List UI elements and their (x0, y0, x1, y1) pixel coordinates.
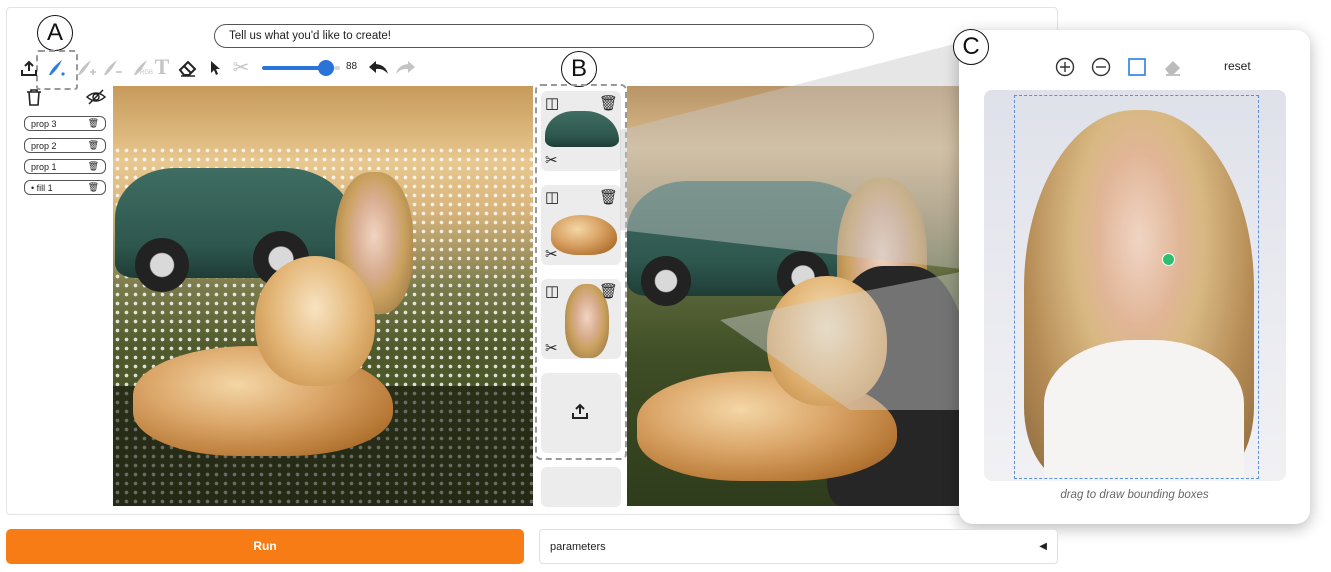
trash-icon[interactable]: 🗑 (88, 140, 99, 151)
segmentation-panel: reset drag to draw bounding boxes (959, 30, 1310, 524)
eraser-icon[interactable] (176, 56, 200, 80)
parameters-accordion[interactable]: parameters ◀ (539, 529, 1058, 564)
reset-button[interactable]: reset (1224, 59, 1251, 73)
trash-icon[interactable]: 🗑 (88, 161, 99, 172)
callout-a: A (37, 15, 73, 51)
prompt-placeholder: Tell us what you'd like to create! (229, 30, 391, 42)
callout-c: C (953, 29, 989, 65)
composition-canvas[interactable] (113, 86, 533, 506)
car-wheel (135, 238, 189, 292)
hide-visibility-icon[interactable] (84, 85, 108, 109)
layout-icon[interactable]: ◫ (545, 188, 559, 206)
brush-size-thumb[interactable] (318, 60, 334, 76)
trash-icon[interactable]: 🗑 (88, 182, 99, 193)
scissors-icon[interactable]: ✂ (545, 339, 558, 357)
redo-icon[interactable] (393, 56, 417, 80)
eraser-icon[interactable] (1161, 55, 1185, 79)
parameters-label: parameters (550, 541, 606, 553)
layer-label: prop 2 (31, 140, 57, 151)
zoom-connector (620, 40, 970, 410)
layer-item[interactable]: prop 2 🗑 (24, 138, 106, 153)
brush-icon[interactable] (44, 56, 68, 80)
text-icon[interactable]: T (150, 54, 174, 79)
prompt-point[interactable] (1162, 253, 1175, 266)
upload-icon (570, 402, 590, 425)
layer-item[interactable]: • fill 1 🗑 (24, 180, 106, 195)
app-root: Tell us what you'd like to create! A RGB… (0, 0, 1331, 572)
layer-label: prop 1 (31, 161, 57, 172)
layout-icon[interactable]: ◫ (545, 94, 559, 112)
upload-icon[interactable] (17, 56, 41, 80)
scissors-icon[interactable]: ✂ (545, 151, 558, 169)
bounding-box-icon[interactable] (1125, 55, 1149, 79)
scissors-icon[interactable]: ✂ (229, 55, 253, 79)
layer-label: • fill 1 (31, 182, 53, 193)
pointer-icon[interactable] (203, 56, 227, 80)
subtract-brush-icon[interactable] (100, 56, 124, 80)
brush-size-rest (334, 66, 340, 70)
dog-head-cutout[interactable] (255, 256, 375, 386)
run-button[interactable]: Run (6, 529, 524, 564)
layout-icon[interactable]: ◫ (545, 282, 559, 300)
layer-item[interactable]: prop 3 🗑 (24, 116, 106, 131)
bounding-box[interactable] (1014, 95, 1259, 479)
add-brush-icon[interactable] (74, 56, 98, 80)
undo-icon[interactable] (367, 56, 391, 80)
trash-icon[interactable] (22, 85, 46, 109)
collapse-caret-icon[interactable]: ◀ (1039, 541, 1047, 552)
zoom-in-icon[interactable] (1053, 55, 1077, 79)
zoom-out-icon[interactable] (1089, 55, 1113, 79)
trash-icon[interactable]: 🗑 (88, 118, 99, 129)
brush-size-value: 88 (346, 61, 358, 72)
callout-b: B (561, 51, 597, 87)
scissors-icon[interactable]: ✂ (545, 245, 558, 263)
zoom-caption: drag to draw bounding boxes (1060, 489, 1209, 501)
gallery-empty-tile[interactable] (541, 467, 621, 507)
layer-label: prop 3 (31, 118, 57, 129)
layer-item[interactable]: prop 1 🗑 (24, 159, 106, 174)
